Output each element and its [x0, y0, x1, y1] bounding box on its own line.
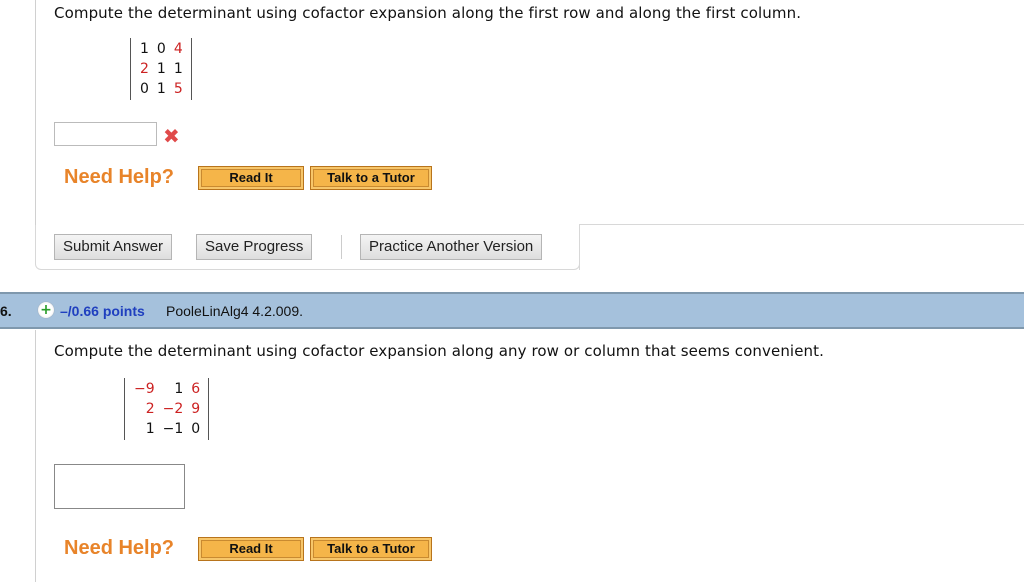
- matrix-cell: 2: [140, 61, 149, 77]
- matrix-row: 1 −1 0: [130, 419, 204, 439]
- question-6-matrix: −9 1 6 2 −2 9 1 −1 0: [124, 378, 210, 440]
- matrix-cell: 2: [145, 401, 155, 417]
- matrix-cell: 0: [156, 41, 166, 57]
- read-it-button[interactable]: Read It: [198, 537, 304, 561]
- question-number: 6.: [0, 303, 12, 319]
- matrix-row: 211: [136, 59, 187, 79]
- matrix-row: 104: [136, 39, 187, 59]
- question-5-answer-input[interactable]: [54, 122, 157, 146]
- question-source: PooleLinAlg4 4.2.009.: [166, 303, 303, 319]
- matrix-cell: 1: [140, 41, 149, 57]
- matrix-cell: 1: [145, 421, 155, 437]
- button-separator: [341, 235, 342, 259]
- talk-to-tutor-button[interactable]: Talk to a Tutor: [310, 537, 432, 561]
- matrix-cell: 1: [174, 381, 184, 397]
- submit-answer-button[interactable]: Submit Answer: [54, 234, 173, 260]
- matrix-cell: 6: [191, 381, 201, 397]
- matrix-cell: 0: [191, 421, 201, 437]
- matrix-cell: 4: [173, 41, 183, 57]
- matrix-cell: 1: [156, 81, 166, 97]
- matrix-cell: 0: [140, 81, 149, 97]
- matrix-cell: −9: [134, 381, 155, 397]
- matrix-cell: −1: [162, 421, 184, 437]
- matrix-row: 2 −2 9: [130, 399, 204, 419]
- matrix-cell: −2: [162, 401, 184, 417]
- panel-divider: [579, 224, 1024, 225]
- practice-another-version-button[interactable]: Practice Another Version: [360, 234, 543, 260]
- question-points: –/0.66 points: [60, 303, 145, 319]
- need-help-label: Need Help?: [64, 166, 175, 188]
- expand-plus-icon[interactable]: +: [38, 302, 54, 318]
- matrix-cell: 1: [156, 61, 166, 77]
- left-border: [35, 0, 36, 226]
- talk-to-tutor-button[interactable]: Talk to a Tutor: [310, 166, 432, 190]
- question-6-prompt: Compute the determinant using cofactor e…: [54, 342, 824, 360]
- matrix-cell: 9: [191, 401, 201, 417]
- matrix-cell: 5: [173, 81, 183, 97]
- question-5-matrix: 104211015: [130, 38, 192, 100]
- question-6-answer-input[interactable]: [54, 464, 185, 509]
- question-6-header: 6. + –/0.66 points PooleLinAlg4 4.2.009.: [0, 292, 1024, 329]
- left-border: [35, 330, 36, 582]
- incorrect-x-icon: ✖: [163, 124, 180, 148]
- matrix-row: −9 1 6: [130, 379, 204, 399]
- question-5-prompt: Compute the determinant using cofactor e…: [54, 4, 802, 22]
- matrix-row: 015: [136, 79, 187, 99]
- read-it-button[interactable]: Read It: [198, 166, 304, 190]
- panel-divider: [579, 224, 580, 270]
- matrix-cell: 1: [173, 61, 183, 77]
- save-progress-button[interactable]: Save Progress: [196, 234, 313, 260]
- need-help-label: Need Help?: [64, 537, 175, 559]
